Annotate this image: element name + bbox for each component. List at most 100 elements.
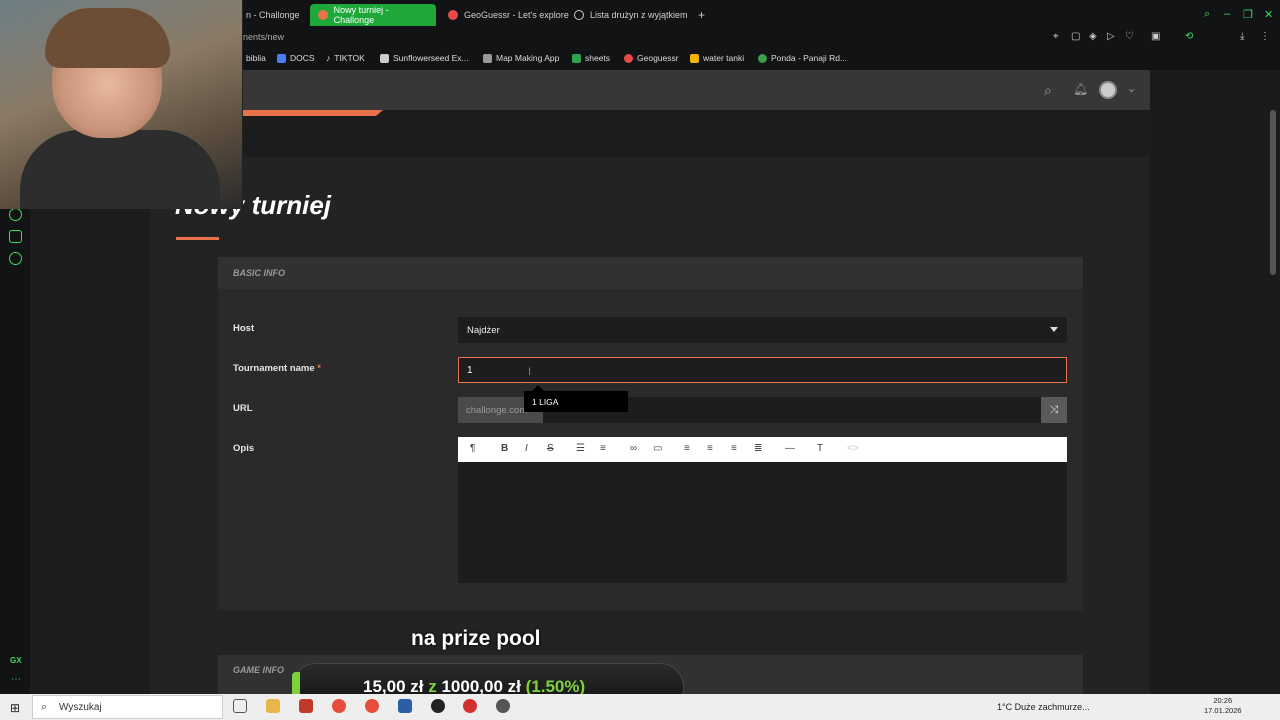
shield-icon[interactable]: ◈ (1089, 31, 1097, 42)
bookmark-map-making-app[interactable]: Map Making App (483, 53, 559, 63)
bookmark-label: sheets (585, 53, 611, 63)
justify-icon[interactable]: ≣ (754, 443, 762, 454)
gx-logo-icon[interactable]: GX (10, 656, 22, 665)
windows-start-icon[interactable]: ⊞ (10, 701, 20, 715)
bookmark-biblia[interactable]: biblia (246, 53, 266, 63)
extension-icon[interactable]: ▣ (1151, 31, 1160, 42)
minimize-icon[interactable]: – (1224, 8, 1230, 20)
image-icon[interactable]: ▭ (653, 443, 662, 454)
numbered-list-icon[interactable]: ≡ (600, 443, 606, 454)
shuffle-icon[interactable]: ⤨ (1041, 397, 1067, 423)
weather-widget[interactable]: 1°C Duże zachmurze... (997, 702, 1090, 712)
challonge-icon (318, 10, 328, 20)
tab-label: Lista drużyn z wyjątkiem (590, 10, 688, 20)
taskbar-search[interactable]: ⌕ Wyszukaj (32, 695, 223, 719)
bookmark-sunflowerseed[interactable]: Sunflowerseed Ex... (380, 53, 469, 63)
italic-icon[interactable]: I (525, 443, 528, 454)
time: 20:26 (1213, 696, 1233, 705)
history-icon[interactable] (9, 208, 22, 221)
date: 17.01.2026 (1204, 706, 1242, 715)
tiktok-icon: ♪ (326, 53, 331, 63)
clock[interactable]: 20:26 17.01.2026 (1204, 696, 1242, 716)
align-right-icon[interactable]: ≡ (731, 443, 737, 454)
editor-toolbar: ¶ B I S ☰ ≡ ∞ ▭ ≡ ≡ ≡ ≣ — T <> (458, 437, 1067, 462)
webcam-hair (45, 8, 170, 68)
search-icon[interactable]: ⌕ (1204, 8, 1210, 21)
code-icon[interactable]: <> (847, 443, 859, 454)
chevron-down-icon[interactable]: ⌄ (1127, 82, 1136, 95)
align-center-icon[interactable]: ≡ (707, 443, 713, 454)
bookmark-ponda[interactable]: Ponda - Panaji Rd... (758, 53, 847, 63)
app-icon[interactable] (398, 699, 412, 713)
description-label: Opis (233, 443, 255, 454)
extensions-icon[interactable] (9, 230, 22, 243)
bookmark-label: biblia (246, 53, 266, 63)
globe-icon (574, 10, 584, 20)
host-value: Najdżer (467, 325, 500, 336)
maps-pin-icon (758, 53, 767, 63)
tab-geoguessr[interactable]: GeoGuessr - Let's explore (440, 4, 577, 26)
tab-challonge[interactable]: n - Challonge (238, 4, 308, 26)
autocomplete-suggestion[interactable]: 1 LIGA (524, 391, 628, 412)
map-icon (483, 53, 492, 63)
tab-lista-druzyn[interactable]: Lista drużyn z wyjątkiem (566, 4, 696, 26)
description-editor[interactable] (458, 462, 1067, 583)
location-pin-icon (624, 53, 633, 63)
more-icon[interactable]: ⋯ (11, 674, 21, 685)
tab-nowy-turniej[interactable]: Nowy turniej - Challonge (310, 4, 436, 26)
heart-icon[interactable]: ♡ (1125, 31, 1134, 42)
menu-icon[interactable]: ⋮ (1260, 31, 1270, 42)
basic-info-header (218, 257, 1083, 289)
bold-icon[interactable]: B (501, 443, 508, 454)
settings-icon[interactable] (9, 252, 22, 265)
file-explorer-icon[interactable] (266, 699, 280, 713)
title-underline (176, 237, 219, 240)
opera-gx-icon[interactable] (365, 699, 379, 713)
bookmark-tiktok[interactable]: ♪ TIKTOK (326, 53, 365, 63)
obs-icon[interactable] (431, 699, 445, 713)
link-icon[interactable]: ∞ (630, 443, 637, 454)
new-tab-button[interactable]: + (690, 4, 713, 26)
app-icon[interactable] (299, 699, 313, 713)
app-icon[interactable] (463, 699, 477, 713)
vpn-icon[interactable]: ⟲ (1185, 31, 1193, 42)
windows-taskbar: ⊞ ⌕ Wyszukaj 1°C Duże zachmurze... 20:26 1… (0, 694, 1280, 720)
opera-icon[interactable] (332, 699, 346, 713)
url-text: nents/new (243, 32, 285, 42)
bullet-list-icon[interactable]: ☰ (576, 443, 585, 454)
screenshot-icon[interactable]: ▢ (1071, 31, 1080, 42)
pin-icon[interactable]: ⌖ (1053, 31, 1059, 42)
bookmark-docs[interactable]: DOCS (277, 53, 315, 63)
search-placeholder: Wyszukaj (59, 702, 102, 713)
host-select[interactable]: Najdżer (458, 317, 1067, 343)
text-cursor-icon: I (528, 366, 532, 378)
search-icon[interactable]: ⌕ (1044, 82, 1052, 99)
tournament-name-text: Tournament name (233, 363, 315, 374)
maximize-icon[interactable]: ❐ (1243, 8, 1253, 21)
bookmark-label: DOCS (290, 53, 315, 63)
clear-format-icon[interactable]: T (817, 443, 823, 454)
bookmark-sheets[interactable]: sheets (572, 53, 610, 63)
play-icon[interactable]: ▷ (1107, 31, 1115, 42)
strikethrough-icon[interactable]: S (547, 443, 554, 454)
horizontal-rule-icon[interactable]: — (785, 443, 795, 454)
tab-label: n - Challonge (246, 10, 300, 20)
host-label: Host (233, 323, 255, 334)
avatar[interactable] (1099, 81, 1117, 99)
webcam-overlay (0, 0, 243, 209)
align-left-icon[interactable]: ≡ (684, 443, 690, 454)
scrollbar[interactable] (1270, 110, 1276, 275)
caret-down-icon (1050, 327, 1058, 332)
bell-icon[interactable]: 🔔︎ (1073, 82, 1088, 96)
basic-info-heading: BASIC INFO (233, 268, 286, 278)
close-icon[interactable]: ✕ (1264, 8, 1273, 21)
app-icon[interactable] (496, 699, 510, 713)
tournament-name-input[interactable] (458, 357, 1067, 383)
bookmark-geoguessr[interactable]: Geoguessr (624, 53, 679, 63)
paragraph-icon[interactable]: ¶ (470, 443, 475, 454)
task-view-icon[interactable] (233, 699, 247, 713)
download-icon[interactable]: ⤓ (1240, 31, 1244, 42)
game-info-heading: GAME INFO (233, 665, 284, 675)
bookmark-label: Ponda - Panaji Rd... (771, 53, 848, 63)
bookmark-water-tanki[interactable]: water tanki (690, 53, 744, 63)
